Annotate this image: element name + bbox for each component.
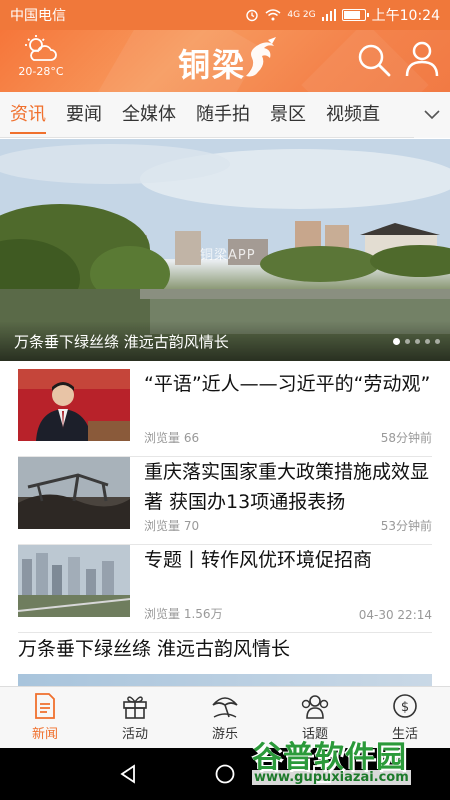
category-tabs: 资讯 要闻 全媒体 随手拍 景区 视频直 — [0, 92, 450, 138]
network-label: 4G 2G — [287, 9, 316, 20]
dragon-icon — [246, 37, 276, 77]
back-icon[interactable] — [117, 763, 139, 785]
headline-title[interactable]: 万条垂下绿丝绦 淮远古韵风情长 — [18, 634, 290, 661]
logo-text: 铜梁 — [178, 46, 247, 84]
banner-caption: 万条垂下绿丝绦 淮远古韵风情长 — [0, 321, 450, 361]
news-views: 浏览量 70 — [144, 517, 199, 534]
nav-label: 活动 — [121, 727, 148, 742]
carousel-dot[interactable] — [435, 339, 440, 344]
status-right: 4G 2G 上午10:24 — [245, 5, 440, 25]
tab-video-live[interactable]: 视频直 — [316, 92, 390, 138]
carousel-dot[interactable] — [415, 339, 420, 344]
news-time: 53分钟前 — [380, 519, 432, 533]
alarm-icon — [246, 9, 259, 22]
banner-carousel[interactable]: 铜梁APP 万条垂下绿丝绦 淮远古韵风情长 — [0, 139, 450, 361]
user-icon[interactable] — [404, 40, 440, 78]
money-icon: $ — [393, 694, 417, 718]
clock: 上午10:24 — [371, 8, 440, 24]
headline-image-preview — [18, 674, 432, 686]
news-title: “平语”近人——习近平的“劳动观” — [144, 373, 431, 395]
news-time: 58分钟前 — [380, 431, 432, 445]
news-icon — [35, 693, 55, 719]
views-label: 浏览量 — [144, 431, 181, 445]
status-icons: 4G 2G — [245, 8, 369, 22]
umbrella-icon — [212, 697, 238, 718]
site-watermark-url: www.gupuxiazai.com — [252, 770, 411, 785]
views-label: 浏览量 — [144, 519, 181, 533]
tab-snapshots[interactable]: 随手拍 — [186, 92, 260, 138]
nav-label: 新闻 — [31, 727, 58, 742]
home-icon[interactable] — [214, 763, 236, 785]
news-time: 04-30 22:14 — [358, 608, 432, 622]
news-views: 浏览量 1.56万 — [144, 605, 223, 622]
carrier-label: 中国电信 — [10, 8, 66, 24]
news-title: 专题丨转作风优环境促招商 — [144, 549, 373, 571]
carousel-dot[interactable] — [425, 339, 430, 344]
nav-label: 游乐 — [211, 727, 238, 742]
news-views: 浏览量 66 — [144, 429, 199, 446]
news-item[interactable]: “平语”近人——习近平的“劳动观” 浏览量 66 58分钟前 — [18, 369, 432, 457]
carousel-dot[interactable] — [405, 339, 410, 344]
tabs-expand-button[interactable] — [414, 92, 450, 138]
views-count: 1.56万 — [183, 607, 223, 621]
tab-all-media[interactable]: 全媒体 — [112, 92, 186, 138]
battery-level — [343, 11, 360, 19]
search-icon[interactable] — [356, 42, 392, 78]
carousel-dot[interactable] — [393, 338, 400, 345]
signal-icon — [321, 9, 336, 21]
news-item[interactable]: 专题丨转作风优环境促招商 浏览量 1.56万 04-30 22:14 — [18, 545, 432, 633]
tab-headlines[interactable]: 要闻 — [56, 92, 112, 138]
gift-icon — [123, 696, 147, 719]
wifi-icon — [265, 9, 281, 21]
app-header: 20-28°C 铜梁 — [0, 30, 450, 92]
people-icon — [301, 695, 329, 719]
nav-news[interactable]: 新闻 — [0, 687, 90, 748]
site-watermark: 谷普软件园 www.gupuxiazai.com — [244, 732, 444, 792]
news-thumbnail — [18, 457, 130, 529]
news-thumbnail — [18, 545, 130, 617]
svg-text:$: $ — [401, 700, 409, 715]
weather-temp: 20-28°C — [18, 65, 64, 78]
views-count: 70 — [183, 519, 200, 533]
battery-icon — [341, 9, 369, 21]
carousel-dots — [393, 338, 440, 345]
weather-widget[interactable]: 20-28°C — [14, 34, 68, 78]
chevron-down-icon — [424, 110, 440, 120]
news-title: 重庆落实国家重大政策措施成效显著 获国办13项通报表扬 — [144, 461, 430, 513]
views-count: 66 — [183, 431, 200, 445]
app-logo: 铜梁 — [178, 36, 278, 84]
tab-news[interactable]: 资讯 — [0, 92, 56, 138]
cloud-sun-icon — [25, 35, 57, 61]
nav-activities[interactable]: 活动 — [90, 687, 180, 748]
views-label: 浏览量 — [144, 607, 181, 621]
tab-scenic[interactable]: 景区 — [260, 92, 316, 138]
news-item[interactable]: 重庆落实国家重大政策措施成效显著 获国办13项通报表扬 浏览量 70 53分钟前 — [18, 457, 432, 545]
status-bar: 中国电信 4G 2G 上午10:24 — [0, 0, 450, 30]
news-thumbnail — [18, 369, 130, 441]
banner-watermark: 铜梁APP — [200, 248, 256, 263]
